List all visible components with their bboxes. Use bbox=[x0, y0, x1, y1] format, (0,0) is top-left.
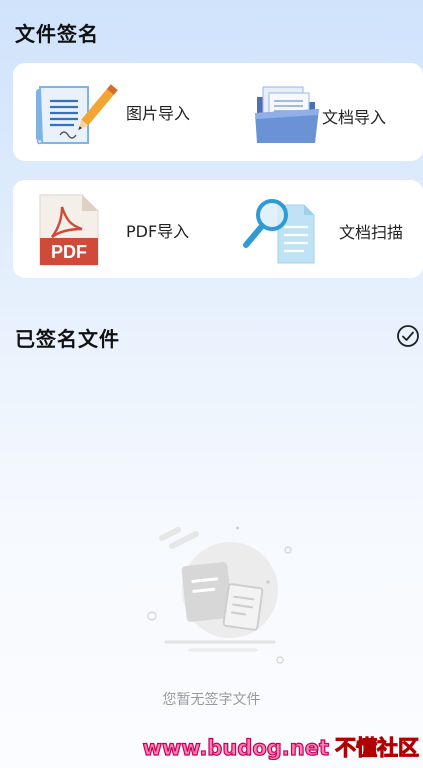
check-circle-icon[interactable] bbox=[396, 324, 420, 348]
document-import-label: 文档导入 bbox=[322, 108, 387, 127]
empty-state-text: 您暂无签字文件 bbox=[162, 692, 261, 708]
folder-documents-icon bbox=[255, 86, 319, 143]
pdf-badge-text: PDF bbox=[51, 242, 87, 262]
document-scan-label: 文档扫描 bbox=[339, 223, 404, 242]
signed-files-title: 已签名文件 bbox=[15, 327, 120, 351]
page-title: 文件签名 bbox=[15, 22, 99, 46]
image-import-label: 图片导入 bbox=[126, 104, 191, 123]
empty-documents-illustration bbox=[147, 526, 292, 664]
watermark-name: 不懂社区 bbox=[335, 736, 420, 761]
import-card-bottom: PDF PDF导入 文档扫描 bbox=[13, 180, 423, 278]
watermark-url: www.budog.net bbox=[142, 735, 330, 760]
document-scan-button[interactable]: 文档扫描 bbox=[218, 180, 423, 278]
watermark: www.budog.net 不懂社区 bbox=[142, 732, 420, 762]
pdf-import-button[interactable]: PDF PDF导入 bbox=[13, 180, 218, 278]
pdf-import-label: PDF导入 bbox=[126, 222, 190, 241]
magnifier-document-icon bbox=[243, 199, 315, 264]
pdf-file-icon: PDF bbox=[39, 194, 99, 266]
import-card-top: 图片导入 文档导入 bbox=[13, 63, 423, 161]
document-import-button[interactable]: 文档导入 bbox=[218, 63, 423, 161]
paper-quill-icon bbox=[36, 84, 118, 145]
image-import-button[interactable]: 图片导入 bbox=[13, 63, 218, 161]
